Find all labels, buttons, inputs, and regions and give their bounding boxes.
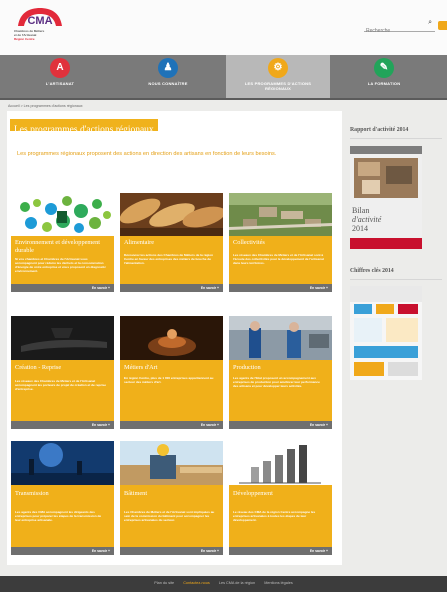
card-footer: En savoir + [229,547,332,555]
footer-link-cma-region[interactable]: Les CMA de la région [219,581,255,585]
search-icon[interactable]: ⌕ [428,19,432,27]
nav-label: LA FORMATION [367,81,401,86]
card-image [11,441,114,485]
card-transmission[interactable]: Transmission Les agents des CMA accompag… [11,441,114,555]
card-footer: En savoir + [120,421,223,429]
card-title: Métiers d'Art [124,364,158,371]
en-savoir-plus-link[interactable]: En savoir + [92,548,110,554]
card-title: Bâtiment [124,490,148,497]
cma-logo[interactable]: CMA Chambres de Métiers et de l'Artisana… [14,6,66,50]
page-title: Les programmes d'actions régionaux [14,125,154,135]
card-description: Les réseaux des Chambres de Métiers et d… [15,379,106,391]
page-title-bar: Les programmes d'actions régionaux [10,119,158,135]
card-description: Le réseau des CMA de la région Centre ac… [233,510,316,522]
figures-title: Chiffres clés 2014 [350,268,394,274]
card-footer: En savoir + [11,421,114,429]
card-image [229,193,332,236]
footer-link-mentions[interactable]: Mentions légales [264,581,293,585]
card-image [11,193,114,236]
logo-line: Région Centre [14,37,35,41]
main-content: Les programmes d'actions régionaux Les p… [7,111,342,565]
en-savoir-plus-link[interactable]: En savoir + [92,285,110,291]
en-savoir-plus-link[interactable]: En savoir + [201,548,219,554]
breadcrumb[interactable]: Accueil > Les programmes d'actions régio… [8,104,83,108]
card-description: Découvrez les actions des Chambres de Mé… [124,253,214,265]
card-title: Production [233,364,261,371]
card-environnement[interactable]: Environnement et développement durable S… [11,193,114,292]
svg-text:CMA: CMA [27,15,52,27]
card-description: Les réseaux des Chambres de Métiers et d… [233,253,324,265]
footer-links: Plan du site Contactez-nous Les CMA de l… [0,581,447,585]
nav-item-artisanat[interactable]: A L'ARTISANAT [20,55,100,98]
footer-link-contact[interactable]: Contactez-nous [183,581,210,585]
card-creation-reprise[interactable]: Création - Reprise Les réseaux des Chamb… [11,316,114,429]
card-title: Alimentaire [124,239,155,246]
card-image [120,316,223,360]
card-title: Création - Reprise [15,364,62,371]
nav-label: NOUS CONNAÎTRE [148,81,188,86]
card-image [120,193,223,236]
card-footer: En savoir + [229,284,332,292]
artisanat-icon: A [50,58,70,78]
nav-label: LES PROGRAMMES D'ACTIONS RÉGIONAUX [244,81,312,91]
card-title: Collectivités [233,239,265,246]
card-description: Les Chambres de Métiers et de l'Artisana… [124,510,215,522]
site-header: CMA Chambres de Métiers et de l'Artisana… [0,0,447,55]
en-savoir-plus-link[interactable]: En savoir + [201,422,219,428]
search-box: ⌕ [364,19,435,37]
card-description: Les agents de l'Etat proposent un accomp… [233,376,320,388]
figures-thumbnail[interactable] [350,286,422,380]
sidebar-divider [350,279,442,280]
nav-item-nous-connaitre[interactable]: ♟ NOUS CONNAÎTRE [128,55,208,98]
card-title: Transmission [15,490,49,497]
report-cover-line: d'activité [352,215,382,224]
sidebar-divider [350,138,442,139]
card-image [120,441,223,485]
card-collectivites[interactable]: Collectivités Les réseaux des Chambres d… [229,193,332,292]
nav-item-formation[interactable]: ✎ LA FORMATION [344,55,424,98]
card-footer: En savoir + [11,547,114,555]
card-metiers-art[interactable]: Métiers d'Art En région Centre, plus de … [120,316,223,429]
page: CMA Chambres de Métiers et de l'Artisana… [0,0,447,592]
card-description: Les agents des CMA accompagnent les diri… [15,510,102,522]
card-image [11,316,114,360]
en-savoir-plus-link[interactable]: En savoir + [201,285,219,291]
side-tab-button[interactable] [438,21,447,30]
people-icon: ♟ [158,58,178,78]
en-savoir-plus-link[interactable]: En savoir + [92,422,110,428]
card-image [229,441,332,485]
programmes-icon: ⚙ [268,58,288,78]
card-footer: En savoir + [120,547,223,555]
report-title: Rapport d'activité 2014 [350,127,409,133]
card-image [229,316,332,360]
en-savoir-plus-link[interactable]: En savoir + [310,548,328,554]
site-footer: Plan du site Contactez-nous Les CMA de l… [0,576,447,592]
nav-item-programmes[interactable]: ⚙ LES PROGRAMMES D'ACTIONS RÉGIONAUX [226,55,330,98]
card-description: En région Centre, plus de 1 000 entrepri… [124,376,214,384]
card-footer: En savoir + [11,284,114,292]
card-title: Environnement et développement durable [15,239,100,254]
card-developpement[interactable]: Développement Le réseau des CMA de la ré… [229,441,332,555]
card-footer: En savoir + [229,421,332,429]
card-title: Développement [233,490,273,497]
card-alimentaire[interactable]: Alimentaire Découvrez les actions des Ch… [120,193,223,292]
en-savoir-plus-link[interactable]: En savoir + [310,285,328,291]
en-savoir-plus-link[interactable]: En savoir + [310,422,328,428]
report-cover-text: Bilan d'activité 2014 [352,206,392,246]
card-production[interactable]: Production Les agents de l'Etat proposen… [229,316,332,429]
intro-text: Les programmes régionaux proposent des a… [17,151,277,157]
report-cover-line: 2014 [352,224,368,233]
card-footer: En savoir + [120,284,223,292]
footer-link-plan[interactable]: Plan du site [154,581,174,585]
card-batiment[interactable]: Bâtiment Les Chambres de Métiers et de l… [120,441,223,555]
search-input[interactable] [364,25,420,37]
card-description: Si vos chambres et Chambres de l'Artisan… [15,257,106,273]
main-nav: A L'ARTISANAT ♟ NOUS CONNAÎTRE ⚙ LES PRO… [0,55,447,100]
nav-label: L'ARTISANAT [45,81,75,86]
formation-icon: ✎ [374,58,394,78]
report-cover-line: Bilan [352,206,370,215]
